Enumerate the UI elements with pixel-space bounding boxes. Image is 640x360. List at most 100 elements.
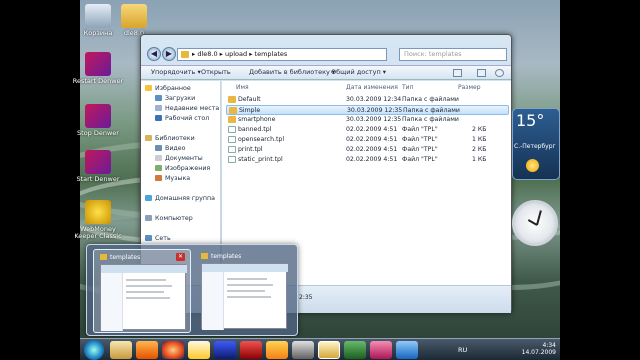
- share-button[interactable]: Общий доступ ▾: [331, 68, 386, 76]
- weather-gadget[interactable]: 15° С.-Петербург: [512, 108, 560, 180]
- file-row[interactable]: static_print.tpl 02.02.2009 4:51 Файл "TPL…: [226, 155, 509, 165]
- thumbnail-title-text: templates: [110, 254, 141, 261]
- nav-downloads[interactable]: Загрузки: [155, 95, 195, 102]
- desktop-icon-label: Stop Denwer: [77, 129, 119, 137]
- video-icon: [155, 145, 162, 151]
- file-type: Файл "TPL": [402, 136, 438, 143]
- desktop-icon-label: WebMoney Keeper Classic: [74, 225, 122, 240]
- nav-computer[interactable]: Компьютер: [145, 215, 193, 222]
- nav-pictures[interactable]: Изображения: [155, 165, 210, 172]
- nav-network[interactable]: Сеть: [145, 235, 171, 242]
- file-row[interactable]: banned.tpl 02.02.2009 4:51 Файл "TPL" 2 КБ: [226, 125, 509, 135]
- nav-recent-places[interactable]: Недавние места: [155, 105, 219, 112]
- libraries-icon: [145, 135, 152, 141]
- taskbar-app-button[interactable]: [292, 341, 314, 359]
- close-icon[interactable]: ✕: [176, 253, 185, 261]
- file-type: Папка с файлами: [402, 116, 459, 123]
- taskbar-photoshop-button[interactable]: [214, 341, 236, 359]
- add-to-library-button[interactable]: Добавить в библиотеку ▾: [249, 68, 335, 76]
- thumbnail-title: templates: [100, 254, 140, 261]
- folder-icon: [201, 253, 208, 259]
- column-header-size[interactable]: Размер: [458, 84, 481, 91]
- taskbar-app-button[interactable]: [240, 341, 262, 359]
- taskbar-app-button[interactable]: [266, 341, 288, 359]
- nav-homegroup[interactable]: Домашняя группа: [145, 195, 215, 202]
- preview-pane-icon[interactable]: [477, 69, 486, 77]
- taskbar-notes-button[interactable]: [188, 341, 210, 359]
- file-icon: [228, 156, 236, 163]
- nav-label: Музыка: [165, 175, 191, 182]
- taskbar-explorer-button[interactable]: [110, 341, 132, 359]
- taskbar-photoshop-button[interactable]: [396, 341, 418, 359]
- folder-icon: [181, 51, 189, 58]
- nav-documents[interactable]: Документы: [155, 155, 203, 162]
- thumbnail-title: templates: [201, 253, 241, 260]
- nav-music[interactable]: Музыка: [155, 175, 190, 182]
- forward-button[interactable]: ▶: [162, 47, 176, 61]
- thumbnail-title-text: templates: [211, 253, 242, 260]
- clock-gadget[interactable]: [512, 200, 558, 246]
- view-options-icon[interactable]: [453, 69, 462, 77]
- taskbar-app-button[interactable]: [344, 341, 366, 359]
- downloads-icon: [155, 95, 162, 101]
- language-indicator[interactable]: RU: [458, 346, 467, 354]
- file-row[interactable]: Default 30.03.2009 12:34 Папка с файлами: [226, 95, 509, 105]
- details-time: 2:35: [299, 294, 313, 301]
- file-date: 02.02.2009 4:51: [346, 156, 398, 163]
- file-row[interactable]: Simple 30.03.2009 12:35 Папка с файлами: [226, 105, 509, 115]
- file-size: 1 КБ: [472, 136, 487, 143]
- nav-label: Избранное: [155, 85, 191, 92]
- system-tray-clock[interactable]: 4:34 14.07.2009: [522, 342, 556, 356]
- nav-desktop[interactable]: Рабочий стол: [155, 115, 209, 122]
- file-date: 02.02.2009 4:51: [346, 136, 398, 143]
- start-button[interactable]: [84, 340, 104, 360]
- folder-icon: [229, 107, 237, 114]
- weather-city: С.-Петербург: [514, 143, 556, 150]
- window-thumbnail[interactable]: templates: [195, 249, 293, 333]
- taskbar-explorer-active-button[interactable]: [318, 341, 340, 359]
- search-input[interactable]: Поиск: templates: [399, 48, 507, 61]
- file-date: 30.03.2009 12:35: [346, 116, 402, 123]
- open-button[interactable]: Открыть: [201, 68, 231, 76]
- thumbnail-preview-line: [126, 279, 166, 281]
- organize-button[interactable]: Упорядочить ▾: [151, 68, 201, 76]
- column-header-type[interactable]: Тип: [402, 84, 414, 91]
- window-thumbnail[interactable]: templates ✕: [93, 249, 191, 333]
- file-icon: [228, 146, 236, 153]
- column-header-date[interactable]: Дата изменения: [346, 84, 398, 91]
- file-name: Simple: [239, 107, 261, 114]
- nav-label: Компьютер: [155, 215, 193, 222]
- file-name: print.tpl: [238, 146, 263, 153]
- tray-date: 14.07.2009: [521, 349, 556, 356]
- desktop-icon-label: Start Denwer: [76, 175, 120, 183]
- file-name: static_print.tpl: [238, 156, 283, 163]
- address-bar[interactable]: ▸ dle8.0 ▸ upload ▸ templates: [177, 48, 387, 61]
- thumbnail-preview-line: [126, 297, 170, 299]
- taskbar: RU 4:34 14.07.2009: [80, 338, 560, 360]
- help-icon[interactable]: [495, 69, 504, 77]
- file-date: 30.03.2009 12:34: [346, 96, 402, 103]
- homegroup-icon: [145, 195, 152, 201]
- nav-favorites[interactable]: Избранное: [145, 85, 191, 92]
- taskbar-media-player-button[interactable]: [136, 341, 158, 359]
- desktop-icon-dle-folder[interactable]: dle8.0: [104, 4, 164, 37]
- desktop-icon-restart-denwer[interactable]: Restart Denwer: [68, 52, 128, 85]
- column-header-name[interactable]: Имя: [236, 84, 249, 91]
- file-row[interactable]: opensearch.tpl 02.02.2009 4:51 Файл "TPL" 1…: [226, 135, 509, 145]
- desktop-icon-stop-denwer[interactable]: Stop Denwer: [68, 104, 128, 137]
- nav-libraries[interactable]: Библиотеки: [145, 135, 195, 142]
- thumbnail-preview-line: [227, 278, 267, 280]
- desktop-icon-start-denwer[interactable]: Start Denwer: [68, 150, 128, 183]
- desktop-icon-webmoney[interactable]: WebMoney Keeper Classic: [68, 200, 128, 240]
- taskbar-app-button[interactable]: [370, 341, 392, 359]
- file-row[interactable]: print.tpl 02.02.2009 4:51 Файл "TPL" 2 КБ: [226, 145, 509, 155]
- folder-icon: [121, 4, 147, 28]
- file-name: opensearch.tpl: [238, 136, 285, 143]
- nav-video[interactable]: Видео: [155, 145, 186, 152]
- file-row[interactable]: smartphone 30.03.2009 12:35 Папка с файлам…: [226, 115, 509, 125]
- computer-icon: [145, 215, 152, 221]
- taskbar-firefox-button[interactable]: [162, 341, 184, 359]
- folder-icon: [228, 116, 236, 123]
- back-button[interactable]: ◀: [147, 47, 161, 61]
- denwer-icon: [85, 150, 111, 174]
